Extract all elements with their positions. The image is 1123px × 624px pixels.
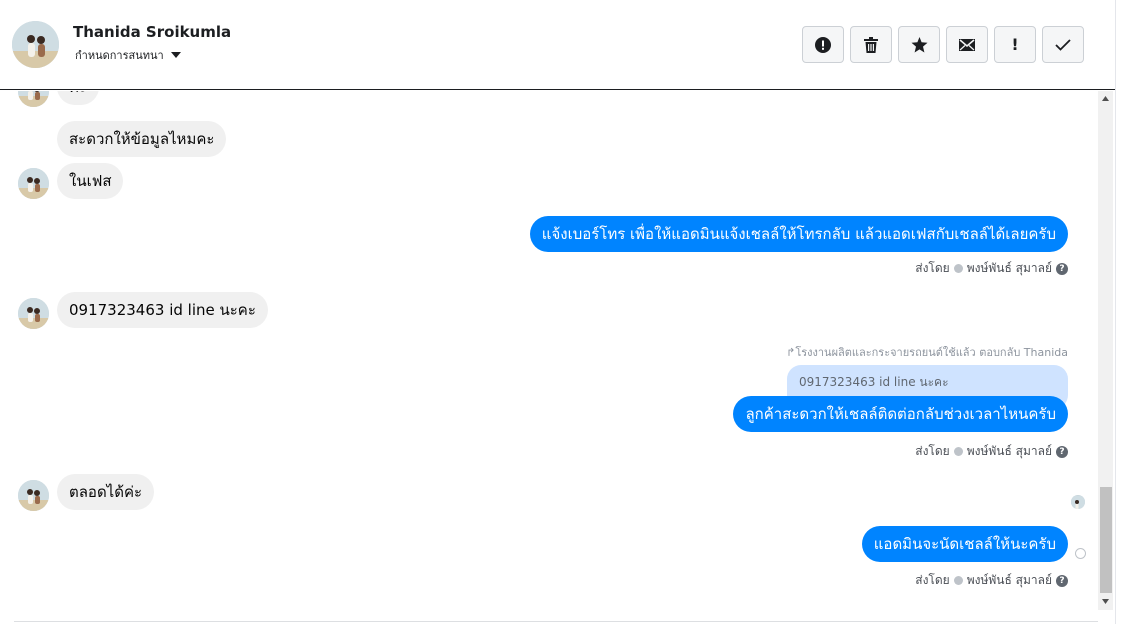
scroll-thumb[interactable] <box>1100 487 1112 593</box>
scroll-down-arrow-icon[interactable] <box>1100 596 1111 606</box>
conversation-header: Thanida Sroikumla กำหนดการสนทนา ! <box>0 0 1115 90</box>
verified-icon <box>953 264 963 273</box>
verified-icon <box>953 447 963 456</box>
contact-name[interactable]: Thanida Sroikumla <box>73 23 231 41</box>
report-spam-button[interactable] <box>802 26 844 63</box>
sent-by-label: ส่งโดย พงษ์พันธ์ สุมาลย์ ? <box>915 442 1068 461</box>
sent-by-prefix: ส่งโดย <box>915 261 950 275</box>
incoming-message[interactable]: ตลอดได้ค่ะ <box>57 474 155 510</box>
reply-meta-text: โรงงานผลิตและกระจายรถยนต์ใช้แล้ว ตอบกลับ… <box>795 346 1068 359</box>
incoming-message[interactable]: 0917323463 id line นะคะ <box>57 292 268 328</box>
verified-icon <box>953 576 963 585</box>
outgoing-message[interactable]: แจ้งเบอร์โทร เพื่อให้แอดมินแจ้งเชลล์ให้โ… <box>529 216 1068 252</box>
action-toolbar: ! <box>802 26 1084 63</box>
sent-status-icon <box>1075 548 1086 559</box>
sent-by-name: พงษ์พันธ์ สุมาลย์ <box>966 261 1052 275</box>
mark-done-button[interactable] <box>1042 26 1084 63</box>
incoming-message[interactable]: ค่ะ <box>57 91 100 105</box>
contact-avatar-small <box>18 91 49 107</box>
message-thread[interactable]: ค่ะ สะดวกให้ข้อมูลไหมคะ ในเฟส แจ้งเบอร์โ… <box>0 91 1097 624</box>
help-icon[interactable]: ? <box>1056 445 1068 458</box>
star-button[interactable] <box>898 26 940 63</box>
mark-unread-button[interactable] <box>946 26 988 63</box>
caret-down-icon <box>170 52 181 58</box>
exclamation-icon: ! <box>1011 35 1019 54</box>
outgoing-message[interactable]: ลูกค้าสะดวกให้เชลล์ติดต่อกลับช่วงเวลาไหน… <box>733 396 1068 432</box>
follow-up-button[interactable]: ! <box>994 26 1036 63</box>
sent-by-prefix: ส่งโดย <box>915 573 950 587</box>
sent-by-prefix: ส่งโดย <box>915 444 950 458</box>
scroll-up-arrow-icon[interactable] <box>1100 94 1111 104</box>
conversation-schedule-dropdown[interactable]: กำหนดการสนทนา <box>75 46 181 64</box>
sent-by-name: พงษ์พันธ์ สุมาลย์ <box>966 444 1052 458</box>
outgoing-message[interactable]: แอดมินจะนัดเชลล์ให้นะครับ <box>861 526 1068 562</box>
sent-by-label: ส่งโดย พงษ์พันธ์ สุมาลย์ ? <box>915 259 1068 278</box>
seen-by-avatar <box>1071 495 1085 509</box>
trash-icon <box>864 36 878 53</box>
composer-divider <box>14 621 1098 622</box>
delete-button[interactable] <box>850 26 892 63</box>
incoming-message[interactable]: ในเฟส <box>57 163 124 199</box>
reply-meta: ↱โรงงานผลิตและกระจายรถยนต์ใช้แล้ว ตอบกลั… <box>786 343 1068 361</box>
sent-by-label: ส่งโดย พงษ์พันธ์ สุมาลย์ ? <box>915 571 1068 590</box>
help-icon[interactable]: ? <box>1056 262 1068 275</box>
conversation-schedule-label: กำหนดการสนทนา <box>75 49 164 62</box>
help-icon[interactable]: ? <box>1056 574 1068 587</box>
reply-arrow-icon: ↱ <box>786 346 796 359</box>
contact-avatar[interactable] <box>12 21 59 68</box>
contact-avatar-small <box>18 480 49 511</box>
alert-circle-icon <box>815 36 831 53</box>
incoming-message[interactable]: สะดวกให้ข้อมูลไหมคะ <box>57 121 227 157</box>
checkmark-icon <box>1055 38 1071 51</box>
contact-avatar-small <box>18 298 49 329</box>
sent-by-name: พงษ์พันธ์ สุมาลย์ <box>966 573 1052 587</box>
contact-avatar-small <box>18 168 49 199</box>
star-icon <box>911 36 928 53</box>
window-edge <box>1115 0 1123 624</box>
envelope-icon <box>959 38 975 51</box>
